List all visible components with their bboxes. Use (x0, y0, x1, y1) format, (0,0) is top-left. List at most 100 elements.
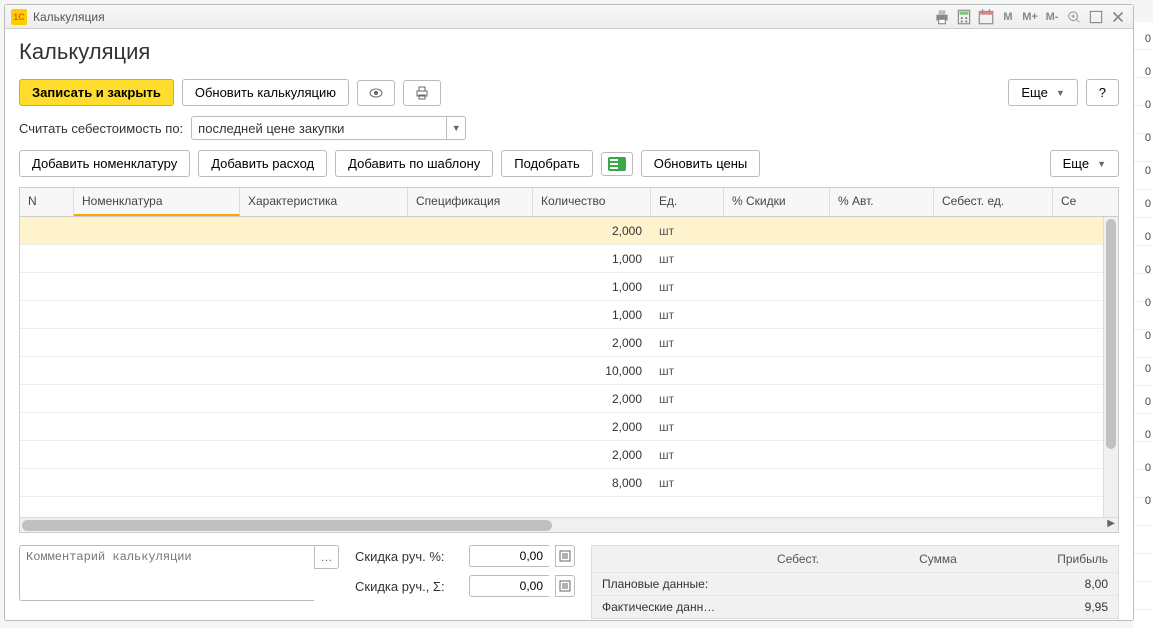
background-grid: 0 0 0 0 0 0 0 0 0 0 0 0 0 0 0 (1133, 22, 1153, 628)
table-row[interactable]: 2,000 шт (20, 441, 1103, 469)
table-row[interactable]: 2,000 шт (20, 217, 1103, 245)
table-more-button[interactable]: Еще (1050, 150, 1119, 177)
print-button[interactable] (403, 80, 441, 106)
summary-plan-profit: 8,00 (1008, 577, 1108, 591)
cell-unit: шт (651, 308, 724, 322)
table-row[interactable]: 2,000 шт (20, 385, 1103, 413)
pick-button[interactable]: Подобрать (501, 150, 592, 177)
cell-unit: шт (651, 476, 724, 490)
discount-pct-input[interactable] (469, 545, 549, 567)
discount-pct-calc-button[interactable] (555, 545, 575, 567)
table-row[interactable]: 2,000 шт (20, 413, 1103, 441)
calc-icon[interactable] (955, 8, 973, 26)
col-n[interactable]: N (20, 188, 74, 216)
scrollbar-thumb[interactable] (1106, 219, 1116, 449)
table-settings-button[interactable] (601, 152, 633, 176)
print-icon[interactable] (933, 8, 951, 26)
calendar-icon[interactable] (977, 8, 995, 26)
table-row[interactable]: 10,000 шт (20, 357, 1103, 385)
comment-expand-button[interactable]: … (314, 545, 339, 569)
minimize-icon[interactable] (1087, 8, 1105, 26)
cell-unit: шт (651, 336, 724, 350)
refresh-calc-button[interactable]: Обновить калькуляцию (182, 79, 349, 106)
add-nomenclature-button[interactable]: Добавить номенклатуру (19, 150, 190, 177)
mem-mplus-icon[interactable]: M+ (1021, 8, 1039, 26)
scrollbar-thumb[interactable] (22, 520, 552, 531)
summary-col-sum: Сумма (868, 552, 1008, 566)
cell-qty: 2,000 (533, 392, 651, 406)
table-row[interactable]: 1,000 шт (20, 301, 1103, 329)
app-logo-icon: 1С (11, 9, 27, 25)
cost-basis-label: Считать себестоимость по: (19, 121, 183, 136)
table-header: N Номенклатура Характеристика Спецификац… (20, 188, 1118, 217)
scroll-right-icon[interactable]: ▶ (1107, 518, 1115, 529)
comment-input[interactable] (19, 545, 314, 601)
summary-col-cost: Себест. (728, 552, 868, 566)
cost-basis-row: Считать себестоимость по: (19, 116, 1119, 140)
bg-cell: 0 (1133, 451, 1153, 484)
summary-plan-label: Плановые данные: (602, 577, 728, 591)
bg-cell: 0 (1133, 385, 1153, 418)
discount-pct-label: Скидка руч. %: (355, 549, 463, 564)
bg-cell: 0 (1133, 484, 1153, 517)
titlebar: 1С Калькуляция M M+ M- (5, 5, 1133, 29)
table-row[interactable]: 8,000 шт (20, 469, 1103, 497)
cell-qty: 10,000 (533, 364, 651, 378)
col-cost-unit[interactable]: Себест. ед. (934, 188, 1053, 216)
bg-cell: 0 (1133, 187, 1153, 220)
bg-cell: 0 (1133, 418, 1153, 451)
items-table: N Номенклатура Характеристика Спецификац… (19, 187, 1119, 533)
bg-cell: 0 (1133, 220, 1153, 253)
horizontal-scrollbar[interactable]: ▶ (20, 517, 1118, 532)
col-unit[interactable]: Ед. (651, 188, 724, 216)
add-expense-button[interactable]: Добавить расход (198, 150, 327, 177)
table-row[interactable]: 2,000 шт (20, 329, 1103, 357)
refresh-prices-button[interactable]: Обновить цены (641, 150, 761, 177)
col-nomenclature[interactable]: Номенклатура (74, 188, 240, 216)
zoom-icon[interactable] (1065, 8, 1083, 26)
col-discount-pct[interactable]: % Скидки (724, 188, 830, 216)
cell-unit: шт (651, 280, 724, 294)
vertical-scrollbar[interactable] (1103, 217, 1118, 517)
toolbar-table: Добавить номенклатуру Добавить расход До… (19, 150, 1119, 177)
bg-cell: 0 (1133, 121, 1153, 154)
col-characteristic[interactable]: Характеристика (240, 188, 408, 216)
bg-cell: 0 (1133, 286, 1153, 319)
cell-qty: 2,000 (533, 420, 651, 434)
discount-sum-label: Скидка руч., Σ: (355, 579, 463, 594)
cell-unit: шт (651, 448, 724, 462)
preview-button[interactable] (357, 80, 395, 106)
cell-unit: шт (651, 224, 724, 238)
help-button[interactable]: ? (1086, 79, 1119, 106)
cost-basis-dropdown-icon[interactable] (446, 116, 466, 140)
more-button[interactable]: Еще (1008, 79, 1077, 106)
save-close-button[interactable]: Записать и закрыть (19, 79, 174, 106)
bg-cell: 0 (1133, 154, 1153, 187)
summary-panel: Себест. Сумма Прибыль Плановые данные: 8… (591, 545, 1119, 619)
col-specification[interactable]: Спецификация (408, 188, 533, 216)
summary-fact-profit: 9,95 (1008, 600, 1108, 614)
table-row[interactable]: 1,000 шт (20, 273, 1103, 301)
cost-basis-select[interactable] (191, 116, 446, 140)
table-row[interactable]: 1,000 шт (20, 245, 1103, 273)
cell-qty: 2,000 (533, 448, 651, 462)
col-auto-pct[interactable]: % Авт. (830, 188, 934, 216)
close-icon[interactable] (1109, 8, 1127, 26)
col-quantity[interactable]: Количество (533, 188, 651, 216)
col-cost-partial[interactable]: Се (1053, 188, 1085, 216)
bg-cell: 0 (1133, 253, 1153, 286)
discount-sum-input[interactable] (469, 575, 549, 597)
page-title: Калькуляция (19, 39, 1119, 65)
table-settings-icon (608, 157, 626, 171)
cell-qty: 8,000 (533, 476, 651, 490)
discount-sum-calc-button[interactable] (555, 575, 575, 597)
mem-mminus-icon[interactable]: M- (1043, 8, 1061, 26)
cell-qty: 1,000 (533, 252, 651, 266)
table-body[interactable]: 2,000 шт 1,000 шт 1,000 шт (20, 217, 1103, 517)
bg-cell: 0 (1133, 352, 1153, 385)
add-template-button[interactable]: Добавить по шаблону (335, 150, 493, 177)
bg-cell: 0 (1133, 55, 1153, 88)
cell-qty: 2,000 (533, 336, 651, 350)
bg-cell: 0 (1133, 319, 1153, 352)
mem-m-icon[interactable]: M (999, 8, 1017, 26)
